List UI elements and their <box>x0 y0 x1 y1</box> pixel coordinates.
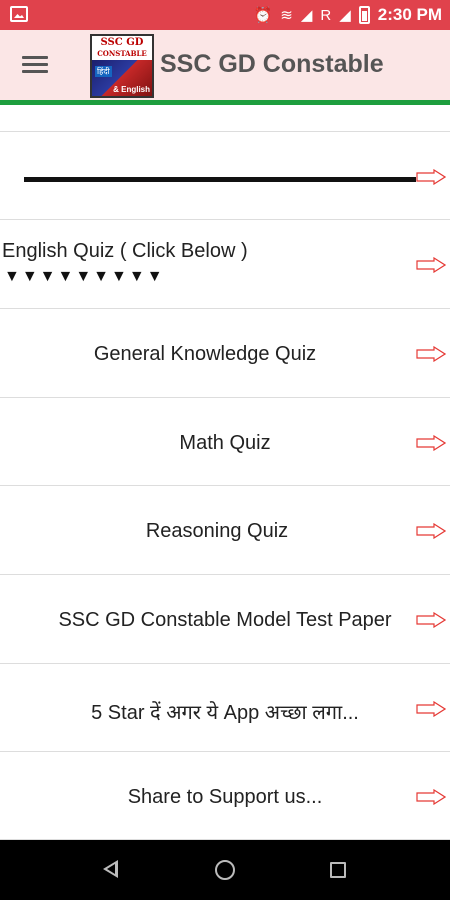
divider-rule <box>24 177 416 182</box>
arrow-right-icon <box>416 164 446 190</box>
battery-icon <box>358 6 370 24</box>
signal-label: R <box>320 6 332 24</box>
back-icon[interactable] <box>103 860 118 878</box>
list-item-share[interactable]: Share to Support us... <box>0 752 450 840</box>
app-screen: ⏰ ≋ ◢ R ◢ 2:30 PM SSC GD CONSTABLE हिंदी… <box>0 0 450 900</box>
logo-hindi-tag: हिंदी <box>95 66 112 77</box>
list-item-model-test[interactable]: SSC GD Constable Model Test Paper <box>0 575 450 664</box>
arrow-right-icon <box>416 341 446 367</box>
math-quiz-label: Math Quiz <box>179 432 271 454</box>
system-nav-bar <box>0 840 450 900</box>
recents-icon[interactable] <box>330 862 346 878</box>
list-item-divider[interactable] <box>0 132 450 220</box>
status-icons: ⏰ ≋ ◢ R ◢ 2:30 PM <box>254 0 442 30</box>
list-item-top-partial <box>0 105 450 132</box>
signal-icon: ◢ <box>300 6 313 24</box>
arrow-right-icon <box>416 430 446 456</box>
share-label: Share to Support us... <box>127 786 323 808</box>
arrow-right-icon <box>416 696 446 722</box>
arrow-right-icon <box>416 518 446 544</box>
menu-list: English Quiz ( Click Below ) ▼▼▼▼▼▼▼▼▼ G… <box>0 105 450 840</box>
arrow-right-icon <box>416 784 446 810</box>
list-item-gk-quiz[interactable]: General Knowledge Quiz <box>0 309 450 398</box>
status-time: 2:30 PM <box>377 5 442 24</box>
home-icon[interactable] <box>215 860 235 880</box>
rate-app-label: 5 Star दें अगर ये App अच्छा लगा... <box>91 702 359 724</box>
logo-text: SSC GD CONSTABLE <box>92 36 152 60</box>
list-item-english-quiz[interactable]: English Quiz ( Click Below ) ▼▼▼▼▼▼▼▼▼ <box>0 220 450 309</box>
arrow-right-icon <box>416 607 446 633</box>
list-item-reasoning-quiz[interactable]: Reasoning Quiz <box>0 486 450 575</box>
down-arrows-icon: ▼▼▼▼▼▼▼▼▼ <box>4 268 165 285</box>
menu-icon[interactable] <box>22 54 48 76</box>
logo-english-tag: & English <box>113 85 150 94</box>
status-bar: ⏰ ≋ ◢ R ◢ 2:30 PM <box>0 0 450 30</box>
model-test-label: SSC GD Constable Model Test Paper <box>58 609 392 631</box>
gk-quiz-label: General Knowledge Quiz <box>93 343 317 365</box>
app-title: SSC GD Constable <box>160 50 384 78</box>
signal-icon-2: ◢ <box>339 6 351 24</box>
app-toolbar: SSC GD CONSTABLE हिंदी & English SSC GD … <box>0 30 450 102</box>
list-item-math-quiz[interactable]: Math Quiz <box>0 398 450 486</box>
list-item-rate-app[interactable]: 5 Star दें अगर ये App अच्छा लगा... <box>0 664 450 752</box>
gallery-icon <box>10 6 28 22</box>
english-quiz-label: English Quiz ( Click Below ) <box>2 240 248 262</box>
alarm-icon: ⏰ <box>253 6 273 24</box>
app-logo: SSC GD CONSTABLE हिंदी & English <box>90 34 154 98</box>
reasoning-quiz-label: Reasoning Quiz <box>145 520 289 542</box>
wifi-icon: ≋ <box>280 6 293 24</box>
arrow-right-icon <box>416 252 446 278</box>
